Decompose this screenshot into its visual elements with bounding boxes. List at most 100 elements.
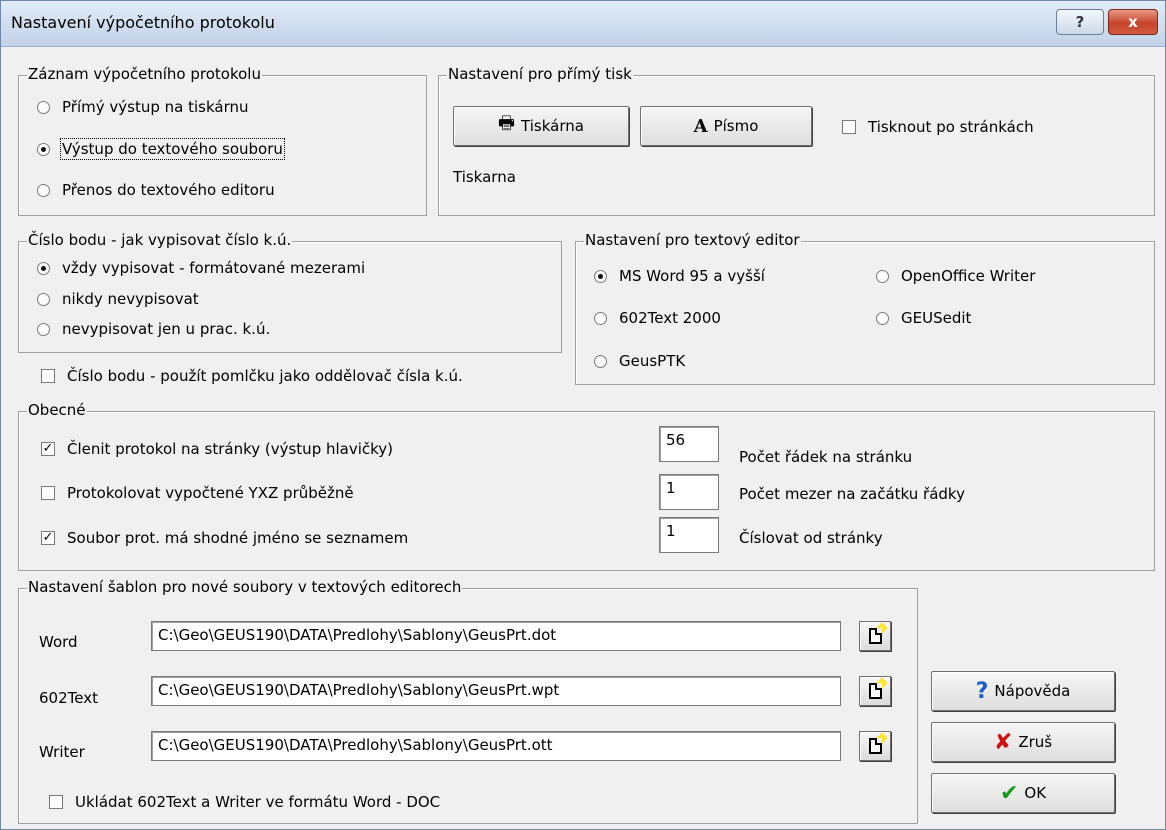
printer-name: Tiskarna — [453, 168, 516, 186]
checkbox-label: Soubor prot. má shodné jméno se seznamem — [67, 529, 409, 547]
radio-label: nevypisovat jen u prac. k.ú. — [62, 320, 271, 338]
record-group: Záznam výpočetního protokolu Přímý výstu… — [18, 65, 427, 216]
radio-label: GEUSedit — [901, 309, 972, 327]
editor-group: Nastavení pro textový editor MS Word 95 … — [575, 231, 1155, 385]
printer-button[interactable]: 🖶 Tiskárna — [453, 106, 629, 146]
checkbox-split-pages[interactable]: ✓ Členit protokol na stránky (výstup hla… — [41, 440, 393, 458]
radio-label: Přenos do textového editoru — [62, 181, 275, 199]
point-number-title: Číslo bodu - jak vypisovat číslo k.ú. — [27, 231, 293, 249]
record-group-title: Záznam výpočetního protokolu — [27, 65, 262, 83]
checkbox-box — [49, 795, 63, 809]
radio-openoffice[interactable]: OpenOffice Writer — [876, 267, 1035, 285]
print-settings-group: Nastavení pro přímý tisk 🖶 Tiskárna A Pí… — [438, 65, 1155, 216]
point-number-group: Číslo bodu - jak vypisovat číslo k.ú. vž… — [18, 231, 562, 353]
title-bar: Nastavení výpočetního protokolu ? x — [1, 1, 1165, 47]
cancel-button-label: Zruš — [1018, 733, 1053, 751]
checkbox-label: Protokolovat vypočtené YXZ průběžně — [67, 484, 354, 502]
radio-indicator-selected — [594, 269, 607, 283]
printer-icon: 🖶 — [498, 113, 516, 134]
window-title: Nastavení výpočetního protokolu — [11, 13, 275, 32]
cross-icon: ✘ — [993, 729, 1013, 755]
checkbox-print-by-pages[interactable]: Tisknout po stránkách — [842, 118, 1034, 136]
start-page-label: Číslovat od stránky — [739, 529, 883, 547]
radio-direct-print[interactable]: Přímý výstup na tiskárnu — [37, 98, 248, 116]
close-button[interactable]: x — [1108, 9, 1158, 35]
radio-text-file[interactable]: Výstup do textového souboru — [37, 138, 285, 160]
general-group: Obecné ✓ Členit protokol na stránky (výs… — [18, 401, 1155, 571]
checkbox-save-as-doc[interactable]: Ukládat 602Text a Writer ve formátu Word… — [49, 793, 440, 811]
radio-indicator — [37, 100, 50, 114]
radio-label: OpenOffice Writer — [901, 267, 1036, 285]
checkmark-icon: ✔ — [999, 780, 1019, 806]
checkbox-box-checked: ✓ — [41, 530, 55, 545]
radio-602text[interactable]: 602Text 2000 — [594, 309, 721, 327]
checkbox-same-name[interactable]: ✓ Soubor prot. má shodné jméno se seznam… — [41, 529, 408, 547]
template-writer-path[interactable]: C:\Geo\GEUS190\DATA\Predlohy\Sablony\Geu… — [151, 731, 841, 761]
printer-button-label: Tiskárna — [521, 117, 584, 135]
checkbox-log-yxz[interactable]: Protokolovat vypočtené YXZ průběžně — [41, 484, 354, 502]
lines-per-page-input[interactable]: 56 — [659, 426, 719, 462]
radio-ms-word[interactable]: MS Word 95 a vyšší — [594, 267, 765, 285]
templates-group: Nastavení šablon pro nové soubory v text… — [18, 578, 918, 824]
help-button-label: Nápověda — [994, 682, 1071, 700]
radio-label: Výstup do textového souboru — [60, 138, 285, 160]
radio-indicator — [37, 292, 50, 306]
checkbox-dash-separator[interactable]: Číslo bodu - použít pomlčku jako oddělov… — [41, 367, 463, 385]
checkbox-label: Ukládat 602Text a Writer ve formátu Word… — [75, 793, 441, 811]
radio-indicator — [876, 311, 889, 325]
radio-label: nikdy nevypisovat — [62, 290, 199, 308]
radio-label: Přímý výstup na tiskárnu — [62, 98, 249, 116]
print-settings-title: Nastavení pro přímý tisk — [447, 65, 633, 83]
checkbox-label: Tisknout po stránkách — [868, 118, 1034, 136]
radio-indicator — [594, 311, 607, 325]
leading-spaces-input[interactable]: 1 — [659, 474, 719, 510]
start-page-input[interactable]: 1 — [659, 517, 719, 553]
font-icon: A — [693, 115, 708, 137]
template-word-path[interactable]: C:\Geo\GEUS190\DATA\Predlohy\Sablony\Geu… — [151, 621, 841, 651]
leading-spaces-label: Počet mezer na začátku řádky — [739, 485, 965, 503]
new-document-icon — [868, 683, 882, 699]
new-document-icon — [868, 628, 882, 644]
settings-dialog: Nastavení výpočetního protokolu ? x Zázn… — [0, 0, 1166, 830]
templates-group-title: Nastavení šablon pro nové soubory v text… — [27, 578, 463, 596]
checkbox-box — [41, 369, 55, 383]
radio-indicator-selected — [37, 142, 50, 156]
radio-text-editor[interactable]: Přenos do textového editoru — [37, 181, 275, 199]
font-button[interactable]: A Písmo — [640, 106, 812, 146]
radio-indicator — [876, 269, 889, 283]
general-group-title: Obecné — [27, 401, 87, 419]
radio-skip-working[interactable]: nevypisovat jen u prac. k.ú. — [37, 320, 270, 338]
radio-label: vždy vypisovat - formátované mezerami — [62, 259, 366, 277]
checkbox-box — [41, 486, 55, 500]
radio-never-print[interactable]: nikdy nevypisovat — [37, 290, 199, 308]
template-602text-path[interactable]: C:\Geo\GEUS190\DATA\Predlohy\Sablony\Geu… — [151, 676, 841, 706]
checkbox-box-checked: ✓ — [41, 441, 55, 456]
radio-always-print[interactable]: vždy vypisovat - formátované mezerami — [37, 259, 365, 277]
radio-geusedit[interactable]: GEUSedit — [876, 309, 971, 327]
radio-indicator-selected — [37, 261, 50, 275]
help-title-button[interactable]: ? — [1056, 9, 1104, 35]
checkbox-label: Členit protokol na stránky (výstup hlavi… — [67, 440, 394, 458]
new-document-icon — [868, 738, 882, 754]
checkbox-box — [842, 120, 856, 134]
cancel-button[interactable]: ✘ Zruš — [931, 722, 1115, 762]
radio-indicator — [37, 183, 50, 197]
browse-writer-button[interactable] — [859, 731, 891, 761]
help-button[interactable]: ? Nápověda — [931, 671, 1115, 711]
question-icon: ? — [975, 678, 989, 704]
radio-indicator — [594, 354, 607, 368]
template-writer-label: Writer — [39, 743, 85, 761]
browse-602text-button[interactable] — [859, 676, 891, 706]
ok-button[interactable]: ✔ OK — [931, 773, 1115, 813]
lines-per-page-label: Počet řádek na stránku — [739, 448, 913, 466]
radio-label: 602Text 2000 — [619, 309, 721, 327]
browse-word-button[interactable] — [859, 621, 891, 651]
radio-indicator — [37, 322, 50, 336]
ok-button-label: OK — [1024, 784, 1047, 802]
checkbox-label: Číslo bodu - použít pomlčku jako oddělov… — [67, 367, 463, 385]
radio-label: MS Word 95 a vyšší — [619, 267, 765, 285]
editor-group-title: Nastavení pro textový editor — [584, 231, 801, 249]
radio-geusptk[interactable]: GeusPTK — [594, 352, 685, 370]
template-word-label: Word — [39, 633, 78, 651]
radio-label: GeusPTK — [619, 352, 686, 370]
